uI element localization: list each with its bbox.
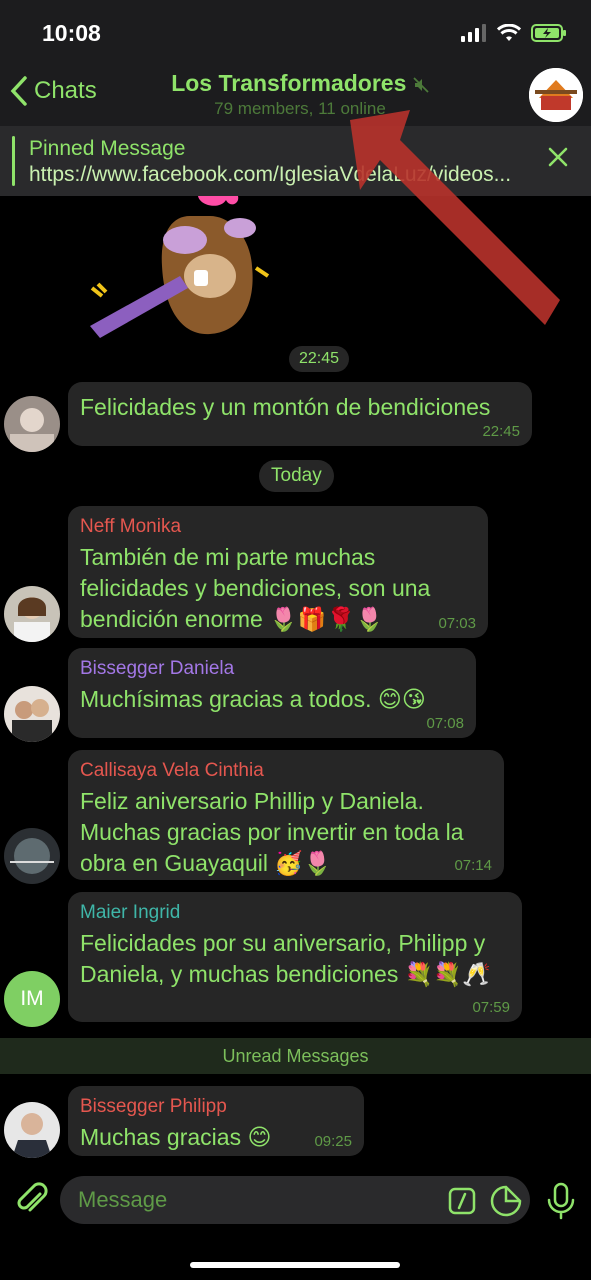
pinned-indicator [12,136,15,186]
message-time: 09:25 [314,1133,352,1150]
chat-header: Chats Los Transformadores 79 members, 11… [0,66,591,126]
message-text: También de mi parte muchas felicidades y… [80,544,431,632]
message-text: Felicidades y un montón de bendiciones [80,394,491,420]
sender-name[interactable]: Callisaya Vela Cinthia [80,760,492,782]
message-time: 07:08 [426,715,464,732]
sender-name[interactable]: Bissegger Philipp [80,1096,352,1118]
sticker-icon[interactable] [490,1185,522,1217]
user-photo-icon [4,828,60,884]
user-photo-icon [4,586,60,642]
close-icon[interactable] [547,146,569,168]
date-separator: Today [259,460,334,492]
message-time: 07:03 [438,615,476,632]
chat-subtitle: 79 members, 11 online [214,99,386,118]
message-time: 07:59 [472,999,510,1016]
sticker-time: 22:45 [289,346,350,372]
sender-name[interactable]: Bissegger Daniela [80,658,464,680]
command-icon[interactable] [448,1187,476,1215]
message-time: 07:14 [454,857,492,874]
user-photo-icon [4,396,60,452]
avatar[interactable] [4,396,60,452]
pinned-title: Pinned Message [29,137,186,160]
sticker-image[interactable] [80,196,310,356]
avatar-initials-text: IM [20,987,44,1010]
composer-bar [0,1160,591,1280]
microphone-icon[interactable] [546,1182,576,1220]
user-photo-icon [4,1102,60,1158]
signal-icon [461,24,486,42]
message-list[interactable]: 22:45 Felicidades y un montón de bendici… [0,196,591,1158]
message-bubble[interactable]: Bissegger Daniela Muchísimas gracias a t… [68,648,476,738]
message-bubble[interactable]: Felicidades y un montón de bendiciones 2… [68,382,532,446]
chat-title-text: Los Transformadores [171,70,407,96]
wifi-icon [497,24,521,41]
mute-icon [413,77,429,93]
message-text: Muchísimas gracias a todos. 😊😘 [80,686,426,712]
message-bubble[interactable]: Maier Ingrid Felicidades por su aniversa… [68,892,522,1022]
sender-name[interactable]: Neff Monika [80,516,476,538]
unread-messages-divider: Unread Messages [0,1038,591,1074]
home-indicator [190,1262,400,1268]
battery-icon [531,24,566,42]
avatar[interactable] [4,586,60,642]
chat-title: Los Transformadores [150,70,450,97]
message-bubble[interactable]: Bissegger Philipp Muchas gracias 😊 09:25 [68,1086,364,1156]
sender-name[interactable]: Maier Ingrid [80,902,510,924]
group-logo-icon [529,68,583,122]
group-avatar[interactable] [529,68,583,122]
message-time: 22:45 [482,423,520,440]
avatar[interactable] [4,686,60,742]
message-text: Muchas gracias 😊 [80,1124,272,1150]
avatar[interactable] [4,828,60,884]
status-icons [461,24,567,42]
message-bubble[interactable]: Callisaya Vela Cinthia Feliz aniversario… [68,750,504,880]
message-bubble[interactable]: Neff Monika También de mi parte muchas f… [68,506,488,638]
avatar-initials[interactable]: IM [4,971,60,1027]
message-text: Feliz aniversario Phillip y Daniela. Muc… [80,788,464,876]
chevron-left-icon [10,76,27,106]
status-time: 10:08 [42,20,101,46]
chat-title-area[interactable]: Los Transformadores 79 members, 11 onlin… [150,70,450,119]
paperclip-icon[interactable] [14,1180,48,1218]
avatar[interactable] [4,1102,60,1158]
back-button[interactable]: Chats [10,76,97,106]
back-label: Chats [34,77,97,104]
pinned-link[interactable]: https://www.facebook.com/IglesiaVdelaLuz… [29,163,539,187]
pinned-message[interactable]: Pinned Message https://www.facebook.com/… [0,126,591,196]
user-photo-icon [4,686,60,742]
status-bar: 10:08 [0,0,591,66]
message-text: Felicidades por su aniversario, Philipp … [80,930,491,987]
